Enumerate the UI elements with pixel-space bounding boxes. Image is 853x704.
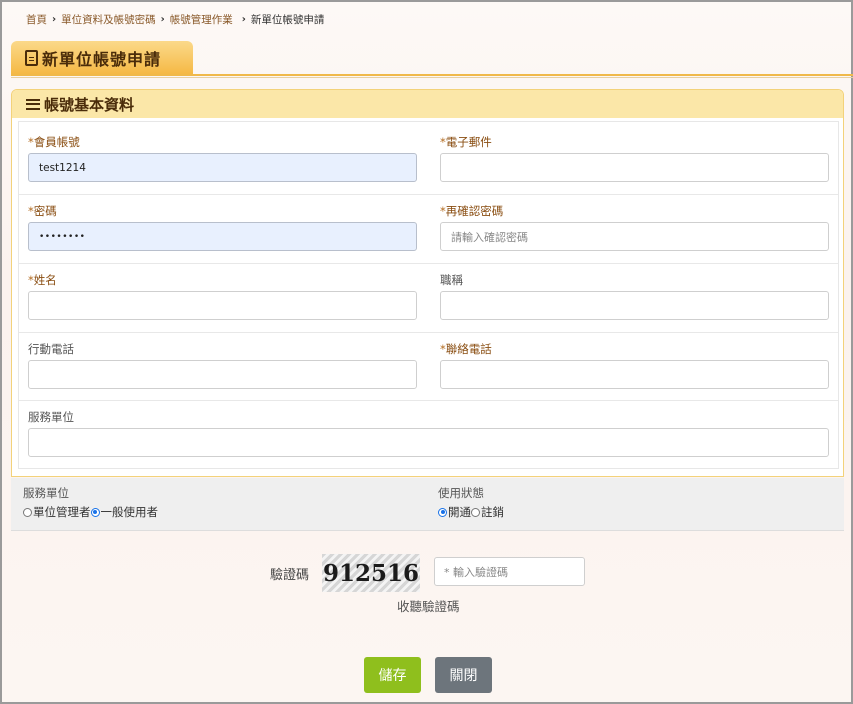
form-row: *會員帳號 test1214 *電子郵件 [19,122,838,195]
radio-active[interactable] [438,507,447,517]
chevron-right-icon: › [160,13,165,25]
captcha-image: 912516 [322,554,420,592]
status-title: 使用狀態 [438,486,484,500]
title-divider-thin [11,77,853,78]
breadcrumb-current: 新單位帳號申請 [250,13,325,26]
breadcrumb: 首頁 › 單位資料及帳號密碼 › 帳號管理作業 › 新單位帳號申請 [26,12,324,26]
list-icon [26,98,40,110]
radio-cancelled[interactable] [471,507,480,517]
radio-unit-manager-label[interactable]: 單位管理者 [33,504,91,520]
job-title-input[interactable] [440,291,829,320]
chevron-right-icon: › [52,13,57,25]
password-input[interactable]: •••••••• [28,222,417,251]
contact-phone-label: *聯絡電話 [440,342,492,356]
name-label: *姓名 [28,273,57,287]
form-row: 服務單位 [19,401,838,470]
captcha-audio-link[interactable]: 收聽驗證碼 [397,596,460,615]
page-title: 新單位帳號申請 [42,49,162,69]
radio-unit-manager[interactable] [23,507,32,517]
email-input[interactable] [440,153,829,182]
mobile-input[interactable] [28,360,417,389]
close-button[interactable]: 關閉 [435,657,492,693]
form-row: *姓名 職稱 [19,264,838,333]
panel-header: 帳號基本資料 [12,90,843,118]
page-title-tab: 新單位帳號申請 [11,41,193,74]
breadcrumb-home[interactable]: 首頁 [26,12,47,27]
form-row: 行動電話 *聯絡電話 [19,333,838,401]
account-info-panel: 帳號基本資料 *會員帳號 test1214 *電子郵件 *密碼 •••••••• [11,89,844,477]
service-unit-label: 服務單位 [28,410,74,424]
breadcrumb-unit-data[interactable]: 單位資料及帳號密碼 [61,12,156,27]
captcha-label: 驗證碼 [270,568,310,583]
account-input[interactable]: test1214 [28,153,417,182]
save-button[interactable]: 儲存 [364,657,421,693]
email-label: *電子郵件 [440,135,492,149]
radio-general-user[interactable] [90,507,100,517]
service-unit-input[interactable] [28,428,829,457]
panel-title: 帳號基本資料 [44,95,135,114]
contact-phone-input[interactable] [440,360,829,389]
password-label: *密碼 [28,204,57,218]
confirm-password-label: *再確認密碼 [440,204,504,218]
radio-active-label[interactable]: 開通 [448,504,471,520]
account-label: *會員帳號 [28,135,80,149]
confirm-password-input[interactable]: 請輸入確認密碼 [440,222,829,251]
role-radio-group: 服務單位 單位管理者 一般使用者 [23,485,158,520]
breadcrumb-account-management[interactable]: 帳號管理作業 [170,12,233,27]
title-divider [11,74,853,76]
form-row: *密碼 •••••••• *再確認密碼 請輸入確認密碼 [19,195,838,264]
status-radio-group: 使用狀態 開通 註銷 [438,485,504,520]
document-icon [25,49,38,66]
options-section: 服務單位 單位管理者 一般使用者 使用狀態 開通 註銷 [11,478,844,531]
role-title: 服務單位 [23,486,69,500]
page-frame: 首頁 › 單位資料及帳號密碼 › 帳號管理作業 › 新單位帳號申請 新單位帳號申… [0,0,853,704]
radio-cancelled-label[interactable]: 註銷 [481,504,504,520]
captcha-input[interactable]: * 輸入驗證碼 [434,557,585,586]
radio-general-user-label[interactable]: 一般使用者 [101,504,159,520]
job-title-label: 職稱 [440,273,463,287]
mobile-label: 行動電話 [28,342,74,356]
chevron-right-icon: › [241,13,246,25]
form-body: *會員帳號 test1214 *電子郵件 *密碼 •••••••• *再確認密碼… [18,121,839,469]
name-input[interactable] [28,291,417,320]
